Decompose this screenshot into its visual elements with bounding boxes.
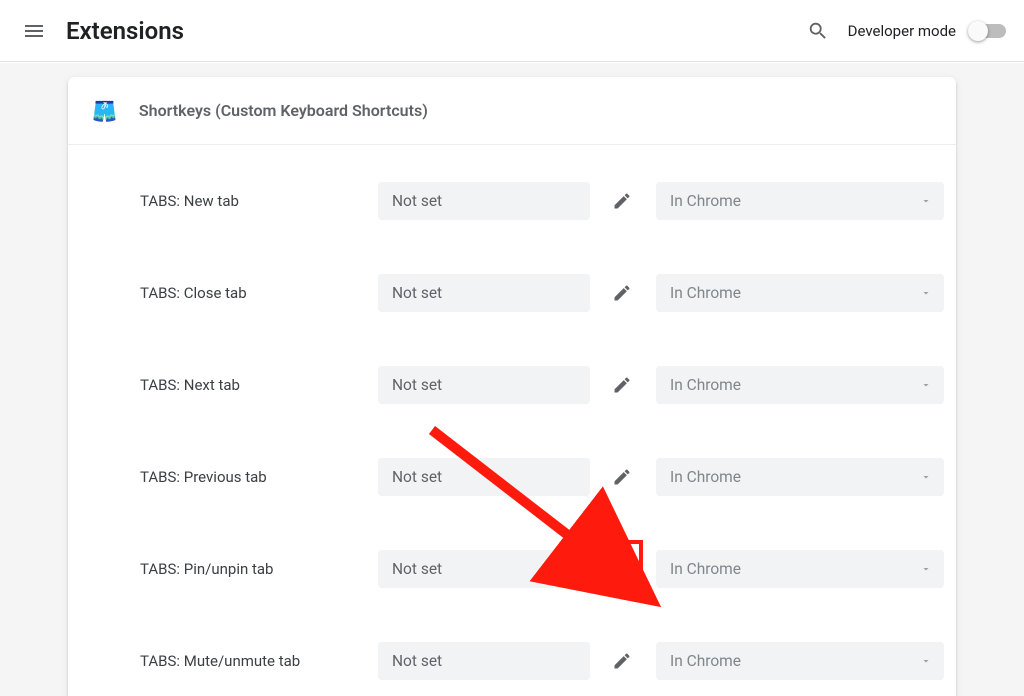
extension-app-icon: 🩳 bbox=[92, 101, 117, 121]
appbar: Extensions Developer mode bbox=[0, 0, 1024, 62]
extension-name: Shortkeys (Custom Keyboard Shortcuts) bbox=[139, 101, 428, 120]
shortcut-input[interactable]: Not set bbox=[378, 550, 590, 588]
scope-select[interactable]: In Chrome bbox=[656, 642, 944, 680]
edit-shortcut-button[interactable] bbox=[600, 547, 644, 591]
scope-value: In Chrome bbox=[670, 560, 741, 578]
shortcut-label: TABS: Close tab bbox=[140, 284, 378, 302]
page-title: Extensions bbox=[66, 17, 184, 45]
shortcut-label: TABS: Pin/unpin tab bbox=[140, 560, 378, 578]
search-icon bbox=[807, 20, 829, 42]
shortcut-row: TABS: Close tab Not set In Chrome bbox=[68, 247, 956, 339]
shortcut-input[interactable]: Not set bbox=[378, 366, 590, 404]
shortcut-rows: TABS: New tab Not set In Chrome TABS: Cl… bbox=[68, 145, 956, 696]
toggle-knob bbox=[968, 21, 988, 41]
scope-value: In Chrome bbox=[670, 192, 741, 210]
chevron-down-icon bbox=[920, 287, 932, 299]
card-header: 🩳 Shortkeys (Custom Keyboard Shortcuts) bbox=[68, 77, 956, 145]
shortcut-label: TABS: New tab bbox=[140, 192, 378, 210]
menu-icon bbox=[22, 19, 46, 43]
developer-mode-toggle[interactable] bbox=[970, 24, 1006, 38]
pencil-icon bbox=[612, 559, 632, 579]
hamburger-menu-button[interactable] bbox=[10, 7, 58, 55]
content-stage: 🩳 Shortkeys (Custom Keyboard Shortcuts) … bbox=[0, 63, 1024, 696]
shortcut-row: TABS: New tab Not set In Chrome bbox=[68, 155, 956, 247]
shortcut-row: TABS: Previous tab Not set In Chrome bbox=[68, 431, 956, 523]
scope-value: In Chrome bbox=[670, 376, 741, 394]
pencil-icon bbox=[612, 467, 632, 487]
pencil-icon bbox=[612, 283, 632, 303]
shortcut-input[interactable]: Not set bbox=[378, 642, 590, 680]
edit-shortcut-button[interactable] bbox=[600, 363, 644, 407]
scope-select[interactable]: In Chrome bbox=[656, 550, 944, 588]
shortcut-row: TABS: Mute/unmute tab Not set In Chrome bbox=[68, 615, 956, 696]
pencil-icon bbox=[612, 651, 632, 671]
extension-card: 🩳 Shortkeys (Custom Keyboard Shortcuts) … bbox=[68, 77, 956, 696]
shortcut-input[interactable]: Not set bbox=[378, 458, 590, 496]
shortcut-input[interactable]: Not set bbox=[378, 274, 590, 312]
scope-select[interactable]: In Chrome bbox=[656, 182, 944, 220]
scope-value: In Chrome bbox=[670, 652, 741, 670]
scope-value: In Chrome bbox=[670, 284, 741, 302]
edit-shortcut-button[interactable] bbox=[600, 179, 644, 223]
shortcut-label: TABS: Mute/unmute tab bbox=[140, 652, 378, 670]
edit-shortcut-button[interactable] bbox=[600, 639, 644, 683]
scope-select[interactable]: In Chrome bbox=[656, 458, 944, 496]
shortcut-label: TABS: Previous tab bbox=[140, 468, 378, 486]
chevron-down-icon bbox=[920, 195, 932, 207]
pencil-icon bbox=[612, 191, 632, 211]
shortcut-row: TABS: Next tab Not set In Chrome bbox=[68, 339, 956, 431]
scope-select[interactable]: In Chrome bbox=[656, 274, 944, 312]
scope-select[interactable]: In Chrome bbox=[656, 366, 944, 404]
search-button[interactable] bbox=[798, 11, 838, 51]
scope-value: In Chrome bbox=[670, 468, 741, 486]
edit-shortcut-button[interactable] bbox=[600, 455, 644, 499]
edit-shortcut-button[interactable] bbox=[600, 271, 644, 315]
chevron-down-icon bbox=[920, 655, 932, 667]
pencil-icon bbox=[612, 375, 632, 395]
shortcut-input[interactable]: Not set bbox=[378, 182, 590, 220]
chevron-down-icon bbox=[920, 471, 932, 483]
developer-mode-label: Developer mode bbox=[848, 22, 956, 40]
shortcut-label: TABS: Next tab bbox=[140, 376, 378, 394]
chevron-down-icon bbox=[920, 563, 932, 575]
shortcut-row: TABS: Pin/unpin tab Not set In Chrome bbox=[68, 523, 956, 615]
chevron-down-icon bbox=[920, 379, 932, 391]
